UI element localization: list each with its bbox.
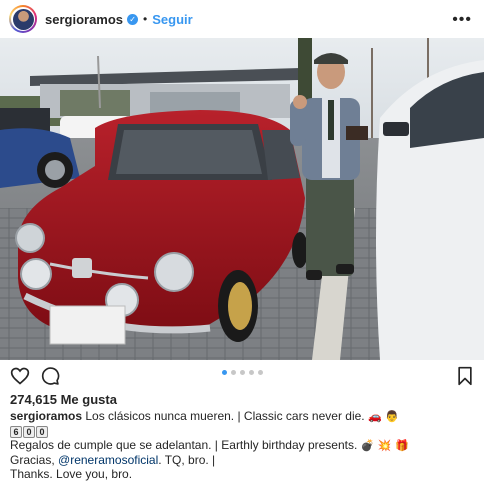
caption-line-2: 600 — [10, 424, 474, 438]
caption-text: . TQ, bro. | — [158, 453, 216, 467]
caption-line-4: Gracias, @reneramosoficial. TQ, bro. | — [10, 453, 474, 467]
follow-button[interactable]: Seguir — [152, 12, 192, 27]
caption-text: Thanks. Love you, bro. — [10, 467, 133, 481]
header-separator: • — [143, 12, 148, 26]
carousel-dot — [239, 370, 245, 375]
car-emoji-icon: 🚗 👨 — [367, 410, 399, 423]
heart-icon[interactable] — [10, 366, 30, 386]
avatar[interactable] — [9, 5, 37, 33]
digit-emoji-icon: 6 — [10, 426, 22, 438]
gift-emoji-icon: 💣 💥 🎁 — [360, 439, 409, 452]
caption-text: Los clásicos nunca mueren. | Classic car… — [85, 409, 365, 423]
caption-line-5: Thanks. Love you, bro. — [10, 467, 474, 481]
post-caption: sergioramos Los clásicos nunca mueren. |… — [10, 409, 474, 481]
comment-icon[interactable] — [40, 366, 60, 386]
verified-badge-icon: ✓ — [127, 13, 139, 25]
caption-text: Regalos de cumple que se adelantan. | Ea… — [10, 438, 358, 452]
post-header: sergioramos ✓ • Seguir ••• — [0, 0, 484, 38]
caption-text: Gracias, — [10, 453, 55, 467]
post-username[interactable]: sergioramos — [45, 12, 123, 27]
post-photo[interactable] — [0, 38, 484, 360]
caption-line-3: Regalos de cumple que se adelantan. | Ea… — [10, 438, 474, 453]
mention-link[interactable]: @reneramosoficial — [58, 453, 158, 467]
like-count[interactable]: 274,615 Me gusta — [10, 392, 117, 407]
avatar-photo — [12, 8, 34, 30]
more-options-icon[interactable]: ••• — [452, 11, 472, 29]
caption-username[interactable]: sergioramos — [10, 409, 82, 423]
carousel-dot — [230, 370, 236, 375]
post-photo-illustration — [0, 38, 484, 360]
digit-emoji-icon: 0 — [36, 426, 48, 438]
digit-emoji-icon: 0 — [23, 426, 35, 438]
carousel-dot-active — [221, 370, 227, 375]
carousel-dot — [248, 370, 254, 375]
bookmark-icon[interactable] — [455, 366, 475, 386]
carousel-dot — [257, 370, 263, 375]
caption-line-1: sergioramos Los clásicos nunca mueren. |… — [10, 409, 474, 424]
carousel-indicator — [0, 370, 484, 375]
